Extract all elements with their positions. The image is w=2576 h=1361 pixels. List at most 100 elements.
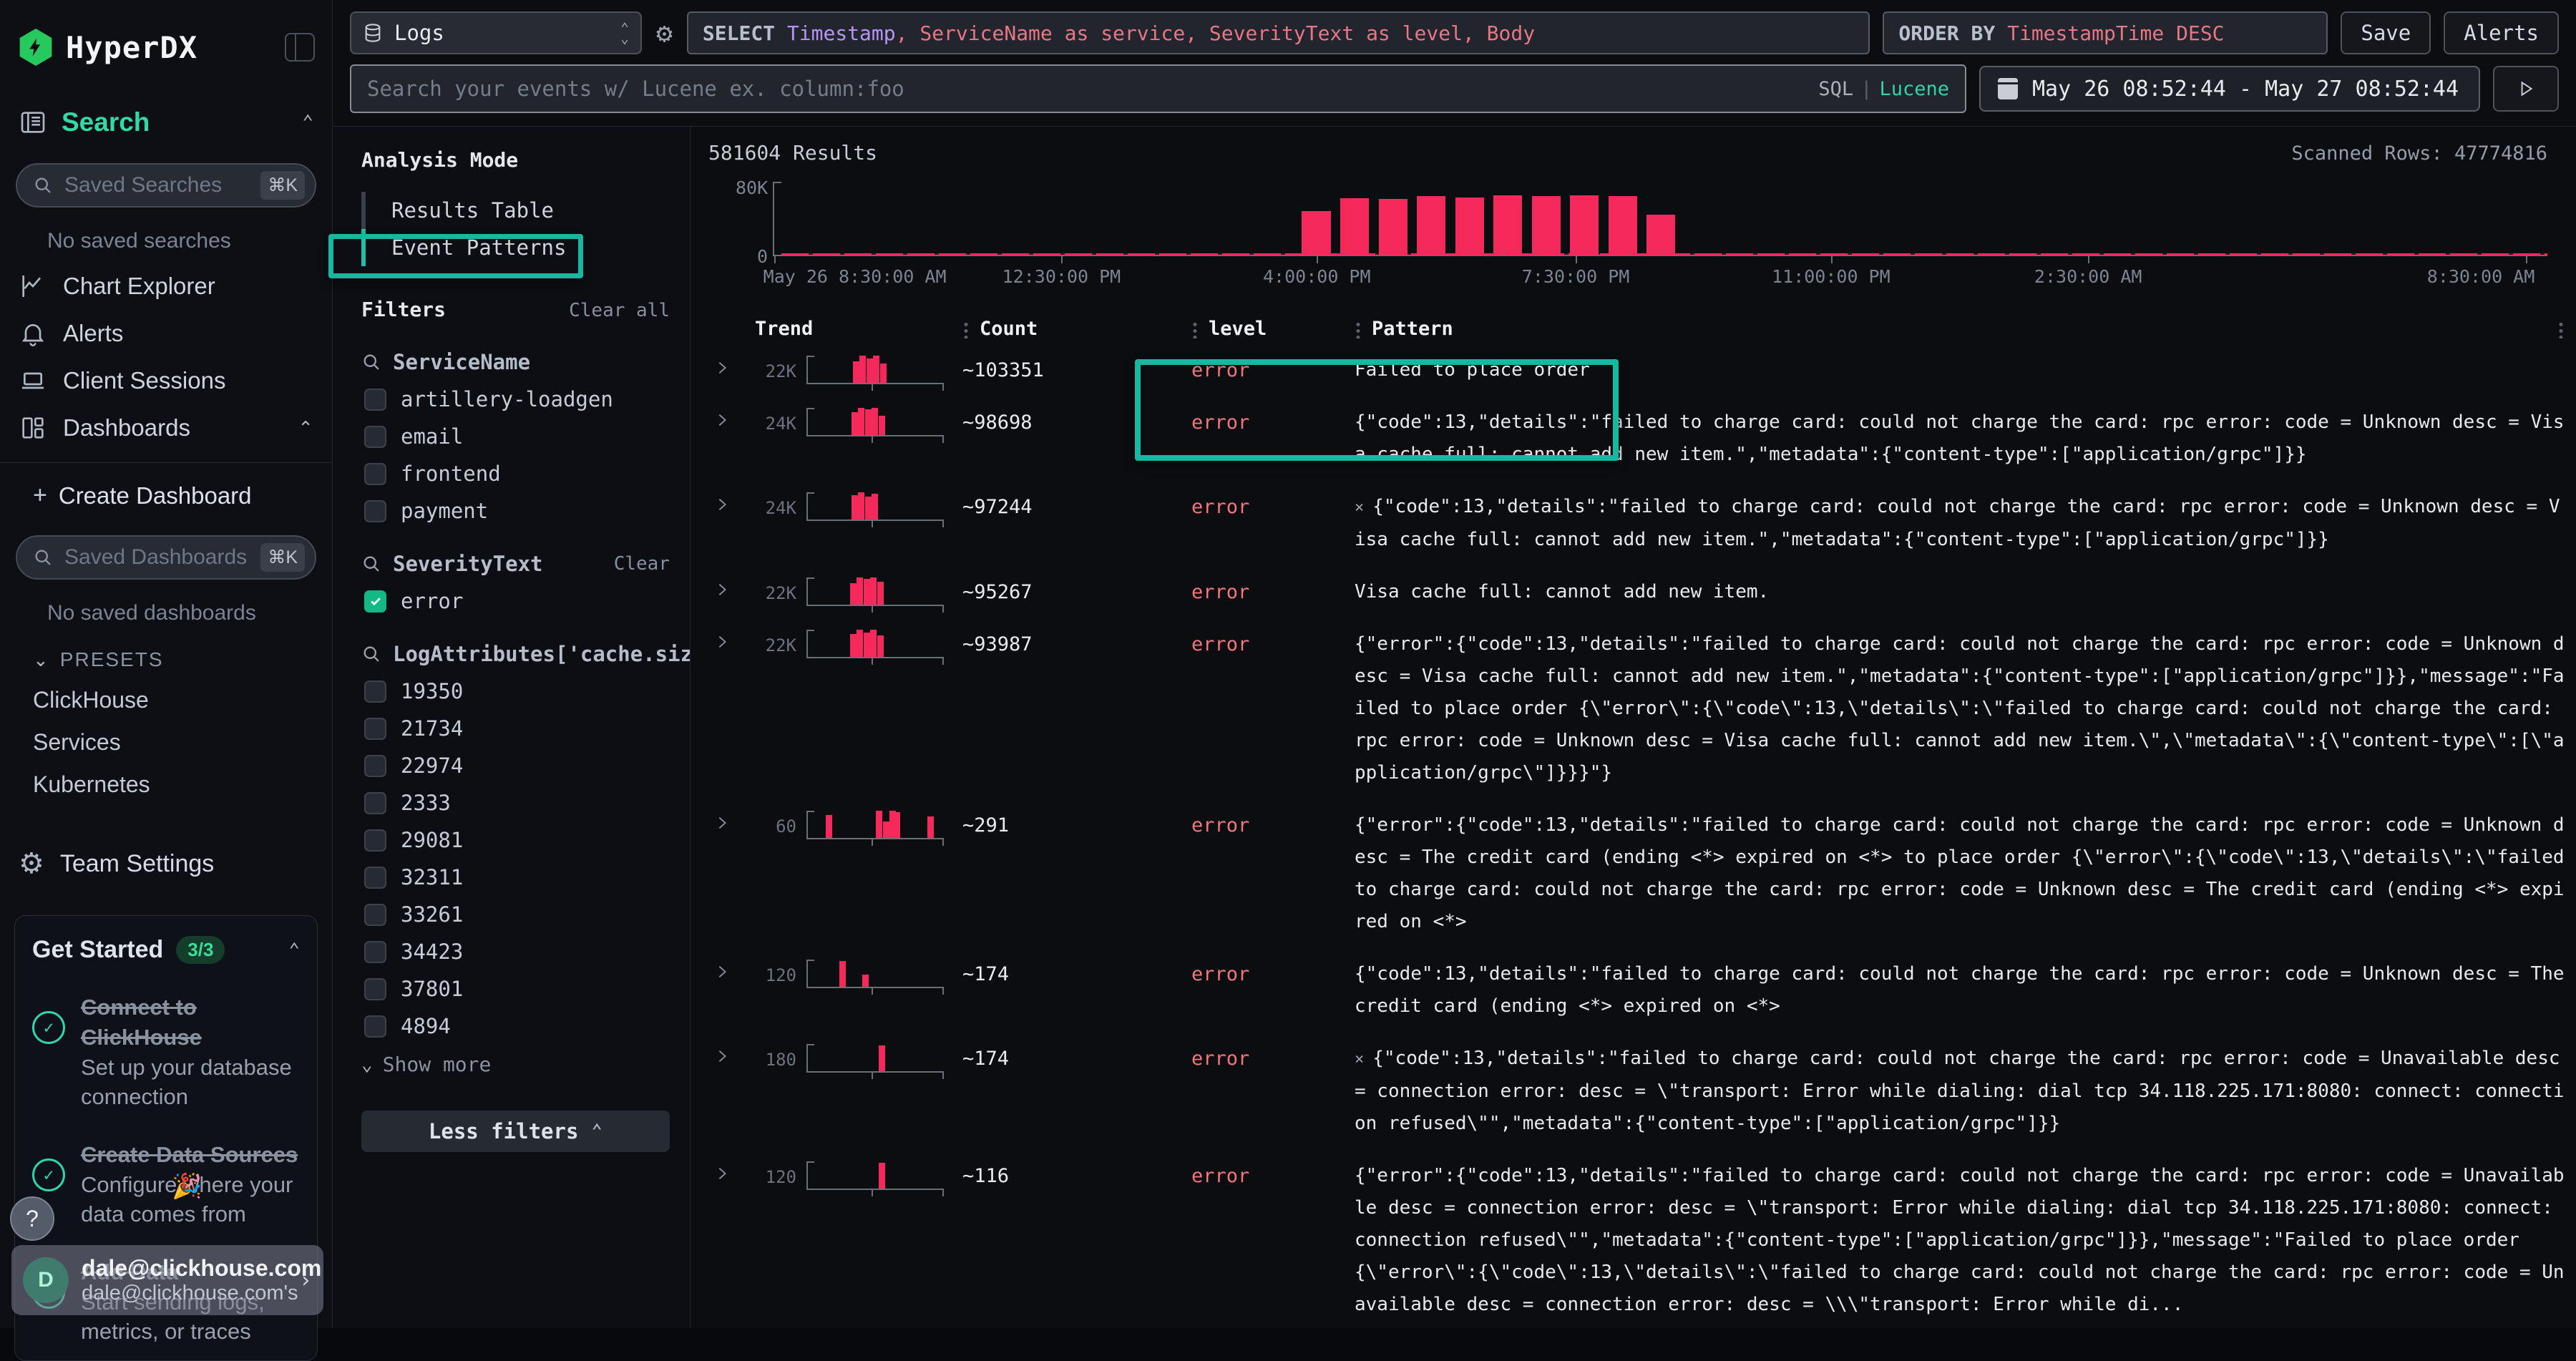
collapse-sidebar-icon[interactable]: [285, 33, 315, 62]
sidebar-item-client-sessions[interactable]: Client Sessions: [0, 348, 332, 395]
histogram-bar[interactable]: [1302, 211, 1330, 255]
histogram-bar[interactable]: [1455, 197, 1484, 255]
run-query-button[interactable]: [2493, 66, 2559, 112]
chevron-up-icon[interactable]: ⌃: [298, 417, 313, 439]
saved-dashboards-input[interactable]: Saved Dashboards ⌘K: [16, 535, 316, 580]
filter-option[interactable]: 2333: [361, 791, 670, 815]
alerts-button[interactable]: Alerts: [2444, 11, 2559, 54]
checkbox-icon[interactable]: [364, 1015, 386, 1038]
column-header-pattern[interactable]: Pattern: [1355, 318, 2565, 340]
column-header-level[interactable]: level: [1191, 318, 1355, 340]
drag-handle-icon[interactable]: [1355, 320, 1362, 338]
filter-option[interactable]: 33261: [361, 902, 670, 927]
preset-clickhouse[interactable]: ClickHouse: [0, 671, 332, 713]
saved-searches-input[interactable]: Saved Searches ⌘K: [16, 163, 316, 208]
checkbox-icon[interactable]: [364, 680, 386, 703]
histogram-bar[interactable]: [1493, 195, 1522, 255]
sidebar-item-team-settings[interactable]: ⚙ Team Settings: [0, 798, 332, 878]
expand-chevron-icon[interactable]: [708, 634, 755, 650]
expand-chevron-icon[interactable]: [708, 582, 755, 597]
expand-chevron-icon[interactable]: [708, 964, 755, 980]
chevron-up-icon[interactable]: ⌃: [288, 940, 300, 961]
sidebar-item-alerts[interactable]: Alerts: [0, 301, 332, 348]
checkbox-icon[interactable]: [364, 904, 386, 926]
filter-option[interactable]: 19350: [361, 679, 670, 703]
filter-option[interactable]: 34423: [361, 940, 670, 964]
analysis-mode-event-patterns[interactable]: Event Patterns: [361, 229, 670, 266]
pattern-row[interactable]: 24K~98698error{"code":13,"details":"fail…: [708, 396, 2576, 481]
user-menu[interactable]: D dale@clickhouse.com dale@clickhouse.co…: [11, 1245, 323, 1315]
expand-chevron-icon[interactable]: [708, 1048, 755, 1064]
clear-filter-link[interactable]: Clear: [614, 553, 670, 575]
column-header-count[interactable]: Count: [962, 318, 1191, 340]
filter-option[interactable]: 22974: [361, 753, 670, 778]
filter-option[interactable]: 4894: [361, 1014, 670, 1038]
filter-option[interactable]: 32311: [361, 865, 670, 889]
help-button[interactable]: ?: [10, 1196, 54, 1241]
show-more-link[interactable]: ⌄Show more: [361, 1053, 670, 1076]
checkbox-icon[interactable]: [364, 978, 386, 1000]
histogram-bar[interactable]: [1570, 195, 1599, 255]
time-range-picker[interactable]: May 26 08:52:44 - May 27 08:52:44: [1979, 66, 2480, 112]
sql-toggle[interactable]: SQL: [1818, 78, 1853, 100]
histogram-bar[interactable]: [1646, 215, 1675, 255]
presets-toggle[interactable]: ⌄ PRESETS: [0, 625, 332, 671]
histogram-bar[interactable]: [1379, 199, 1407, 255]
expand-chevron-icon[interactable]: [708, 815, 755, 831]
pattern-row[interactable]: 120~116error{"error":{"code":13,"details…: [708, 1150, 2576, 1328]
checkbox-icon[interactable]: [364, 718, 386, 740]
checkbox-icon[interactable]: [364, 426, 386, 448]
pattern-row[interactable]: 180~174error×{"code":13,"details":"faile…: [708, 1033, 2576, 1150]
preset-kubernetes[interactable]: Kubernetes: [0, 756, 332, 798]
select-clause-input[interactable]: SELECT Timestamp, ServiceName as service…: [687, 11, 1870, 54]
pattern-row[interactable]: 22K~103351errorFailed to place order: [708, 344, 2576, 396]
expand-x-icon[interactable]: ×: [1355, 1050, 1364, 1068]
checkbox-icon[interactable]: [364, 829, 386, 852]
filter-option[interactable]: 21734: [361, 716, 670, 741]
checkbox-icon[interactable]: [364, 463, 386, 485]
column-header-trend[interactable]: Trend: [755, 318, 962, 340]
preset-services[interactable]: Services: [0, 713, 332, 756]
search-icon[interactable]: [361, 554, 381, 574]
pattern-row[interactable]: 60~291error{"error":{"code":13,"details"…: [708, 799, 2576, 948]
search-icon[interactable]: [361, 644, 381, 664]
drag-handle-icon[interactable]: [962, 320, 970, 338]
checkbox-icon[interactable]: [364, 755, 386, 777]
clear-all-filters-link[interactable]: Clear all: [569, 300, 670, 321]
histogram-bar[interactable]: [1532, 196, 1561, 255]
less-filters-button[interactable]: Less filters ⌃: [361, 1111, 670, 1152]
pattern-row[interactable]: 22K~95267errorVisa cache full: cannot ad…: [708, 566, 2576, 618]
checkbox-icon[interactable]: [364, 867, 386, 889]
chevron-up-icon[interactable]: ⌃: [302, 112, 313, 133]
checkbox-icon[interactable]: [364, 500, 386, 522]
sidebar-item-chart-explorer[interactable]: Chart Explorer: [0, 253, 332, 301]
filter-option[interactable]: email: [361, 424, 670, 449]
checkbox-icon[interactable]: [364, 941, 386, 963]
lucene-toggle[interactable]: Lucene: [1879, 78, 1949, 100]
expand-x-icon[interactable]: ×: [1355, 499, 1364, 517]
drag-handle-icon[interactable]: [2557, 320, 2565, 338]
filter-option[interactable]: artillery-loadgen: [361, 387, 670, 411]
pattern-row[interactable]: 120~174error{"code":13,"details":"failed…: [708, 948, 2576, 1033]
source-settings-gear-icon[interactable]: ⚙: [655, 17, 674, 49]
expand-chevron-icon[interactable]: [708, 412, 755, 428]
checkbox-icon[interactable]: [364, 792, 386, 814]
filter-option[interactable]: error: [361, 589, 670, 613]
sidebar-item-dashboards[interactable]: Dashboards ⌃: [0, 395, 332, 442]
histogram-bar[interactable]: [1417, 196, 1445, 255]
order-by-input[interactable]: ORDER BY TimestampTime DESC: [1883, 11, 2328, 54]
save-button[interactable]: Save: [2341, 11, 2431, 54]
checkbox-checked-icon[interactable]: [364, 590, 386, 613]
create-dashboard-button[interactable]: + Create Dashboard: [0, 463, 332, 509]
filter-option[interactable]: payment: [361, 499, 670, 523]
pattern-row[interactable]: 22K~93987error{"error":{"code":13,"detai…: [708, 618, 2576, 799]
analysis-mode-results-table[interactable]: Results Table: [361, 192, 670, 229]
filter-option[interactable]: frontend: [361, 462, 670, 486]
source-select[interactable]: Logs ⌃⌄: [350, 11, 642, 54]
drag-handle-icon[interactable]: [1191, 320, 1199, 338]
expand-chevron-icon[interactable]: [708, 360, 755, 376]
checkbox-icon[interactable]: [364, 389, 386, 411]
results-histogram[interactable]: 80K 0 May 26 8:30:00 AM12:30:00 PM4:00:0…: [708, 177, 2576, 293]
search-icon[interactable]: [361, 352, 381, 372]
expand-chevron-icon[interactable]: [708, 497, 755, 512]
